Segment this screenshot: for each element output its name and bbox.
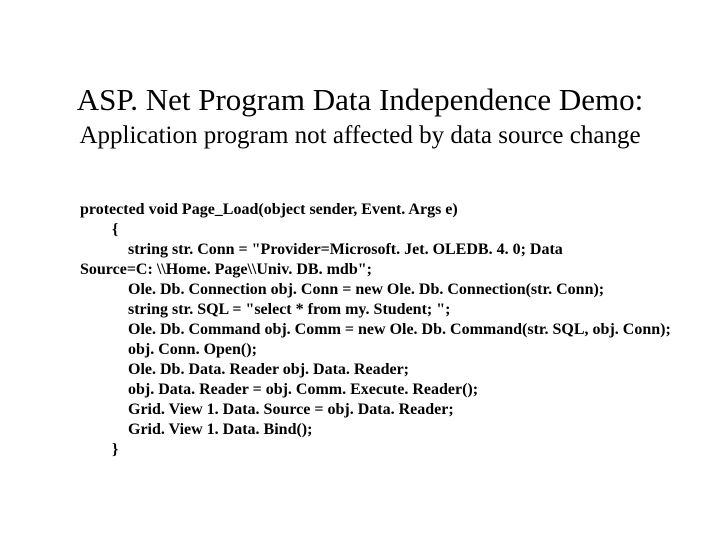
slide-subtitle: Application program not affected by data… — [0, 122, 720, 150]
code-line-1: string str. Conn = "Provider=Microsoft. … — [80, 241, 563, 258]
code-line-2: Ole. Db. Connection obj. Conn = new Ole.… — [80, 281, 604, 298]
slide: ASP. Net Program Data Independence Demo:… — [0, 0, 720, 540]
code-line-3: string str. SQL = "select * from my. Stu… — [80, 301, 450, 318]
code-close-brace: } — [80, 441, 118, 458]
code-signature: protected void Page_Load(object sender, … — [80, 201, 458, 218]
code-open-brace: { — [80, 221, 118, 238]
code-line-6: Ole. Db. Data. Reader obj. Data. Reader; — [80, 361, 409, 378]
code-line-9: Grid. View 1. Data. Bind(); — [80, 421, 312, 438]
code-line-5: obj. Conn. Open(); — [80, 341, 257, 358]
code-line-1b: Source=C: \\Home. Page\\Univ. DB. mdb"; — [80, 261, 372, 278]
code-line-8: Grid. View 1. Data. Source = obj. Data. … — [80, 401, 454, 418]
code-line-4: Ole. Db. Command obj. Comm = new Ole. Db… — [80, 321, 671, 338]
code-line-7: obj. Data. Reader = obj. Comm. Execute. … — [80, 381, 478, 398]
code-block: protected void Page_Load(object sender, … — [80, 200, 680, 460]
slide-title: ASP. Net Program Data Independence Demo: — [0, 84, 720, 117]
